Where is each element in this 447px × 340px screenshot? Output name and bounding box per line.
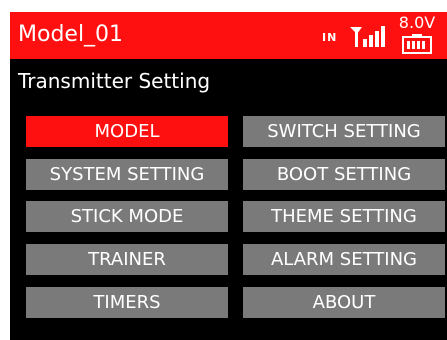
signal-indicator: IN: [322, 21, 392, 51]
model-name: Model_01: [18, 22, 124, 47]
battery-voltage: 8.0V: [398, 13, 436, 32]
menu-button-model[interactable]: MODEL: [26, 116, 228, 147]
menu-button-theme-setting[interactable]: THEME SETTING: [243, 201, 445, 232]
menu-button-about[interactable]: ABOUT: [243, 287, 445, 318]
menu-button-system-setting[interactable]: SYSTEM SETTING: [26, 159, 228, 190]
menu-button-timers[interactable]: TIMERS: [26, 287, 228, 318]
signal-label: IN: [322, 31, 338, 44]
menu-button-stick-mode[interactable]: STICK MODE: [26, 201, 228, 232]
battery-indicator: 8.0V: [392, 14, 442, 56]
menu-button-trainer[interactable]: TRAINER: [26, 244, 228, 275]
transmitter-screen: Model_01 IN 8.0V Transmitter Setting MOD…: [10, 12, 447, 340]
menu-button-alarm-setting[interactable]: ALARM SETTING: [243, 244, 445, 275]
battery-icon: [402, 34, 432, 54]
page-title: Transmitter Setting: [18, 69, 211, 93]
menu-button-boot-setting[interactable]: BOOT SETTING: [243, 159, 445, 190]
menu-button-switch-setting[interactable]: SWITCH SETTING: [243, 116, 445, 147]
status-bar: Model_01 IN 8.0V: [10, 12, 447, 59]
signal-bars-icon: [350, 26, 385, 47]
